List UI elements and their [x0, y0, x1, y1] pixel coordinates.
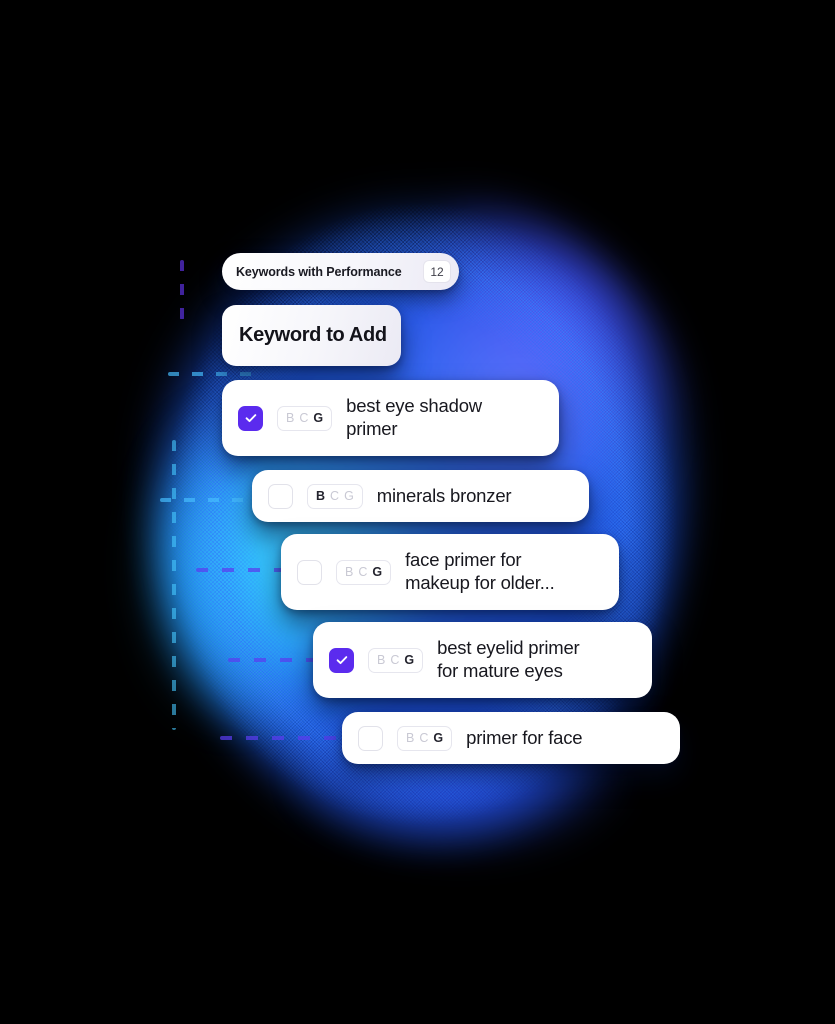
bcg-letter-b: B	[286, 410, 295, 425]
keyword-row[interactable]: B C Gbest eyelid primer for mature eyes	[313, 622, 652, 698]
bcg-letter-g: G	[344, 488, 354, 503]
keyword-to-add-label: Keyword to Add	[239, 324, 387, 346]
bcg-letter-b: B	[377, 652, 386, 667]
keyword-row[interactable]: B C Gface primer for makeup for older...	[281, 534, 619, 610]
bcg-letter-c: C	[299, 410, 309, 425]
grid-dash-line-vertical-1	[180, 260, 184, 320]
keyword-text: face primer for makeup for older...	[405, 549, 555, 593]
keyword-text: primer for face	[466, 726, 583, 748]
canvas: Keywords with Performance 12 Keyword to …	[0, 0, 835, 1024]
keywords-with-performance-pill[interactable]: Keywords with Performance 12	[222, 253, 459, 290]
bcg-letter-g: G	[313, 410, 324, 425]
grid-dash-line-vertical-2	[172, 440, 176, 730]
checkbox-checked[interactable]	[238, 405, 263, 431]
checkbox-unchecked[interactable]	[297, 559, 322, 585]
keyword-to-add-header[interactable]: Keyword to Add	[222, 305, 401, 366]
bcg-letter-g: G	[372, 564, 383, 579]
keyword-row[interactable]: B C Gminerals bronzer	[252, 470, 589, 522]
bcg-source-badge: BCG	[277, 405, 333, 431]
bcg-letter-c: C	[358, 564, 368, 579]
bcg-letter-c: C	[330, 488, 340, 503]
bcg-letter-c: C	[419, 730, 429, 745]
bcg-source-badge: BCG	[368, 647, 424, 673]
keyword-text: best eyelid primer for mature eyes	[437, 637, 580, 681]
keyword-text: best eye shadow primer	[346, 395, 482, 439]
bcg-source-badge: BCG	[397, 725, 453, 751]
bcg-letter-c: C	[390, 652, 400, 667]
keyword-row[interactable]: B C Gbest eye shadow primer	[222, 380, 559, 456]
pill-label: Keywords with Performance	[236, 264, 402, 279]
grid-dash-line-1	[168, 372, 258, 376]
keyword-text: minerals bronzer	[376, 484, 512, 506]
keyword-row[interactable]: B C Gprimer for face	[342, 712, 680, 764]
checkbox-checked[interactable]	[329, 647, 354, 673]
bcg-letter-g: G	[404, 652, 415, 667]
bcg-letter-g: G	[433, 730, 444, 745]
bcg-letter-b: B	[316, 488, 326, 503]
checkbox-unchecked[interactable]	[358, 725, 383, 751]
keyword-count-badge: 12	[424, 261, 450, 282]
bcg-source-badge: BCG	[307, 483, 363, 509]
bcg-letter-b: B	[345, 564, 354, 579]
checkbox-unchecked[interactable]	[268, 483, 293, 509]
bcg-source-badge: BCG	[336, 559, 392, 585]
bcg-letter-b: B	[406, 730, 415, 745]
